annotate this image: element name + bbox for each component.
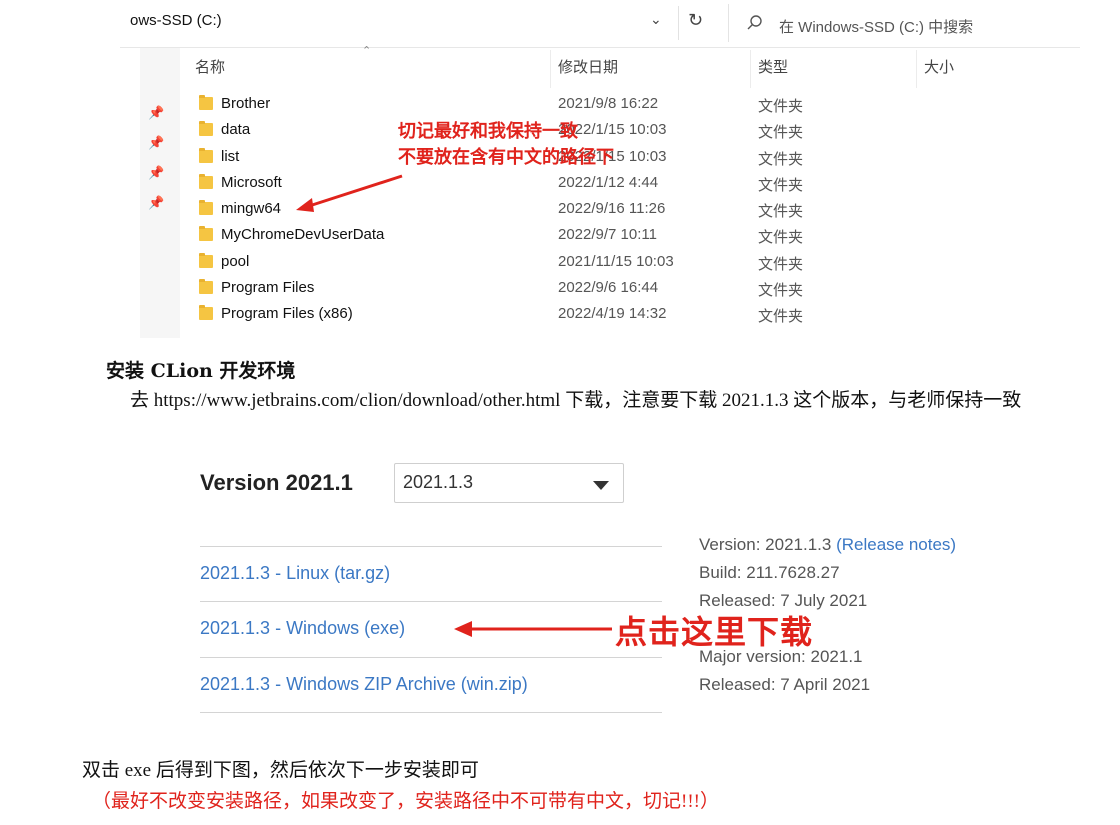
file-name: list [221,147,240,165]
file-type: 文件夹 [758,149,804,168]
address-path[interactable]: ows-SSD (C:) [130,12,222,29]
file-name: mingw64 [221,200,282,218]
file-type: 文件夹 [758,307,804,326]
column-header-size[interactable]: 大小 [924,56,954,77]
folder-icon [199,279,213,295]
annotation-keep-consistent: 切记最好和我保持一致 [398,121,578,142]
folder-icon [199,200,213,216]
refresh-icon[interactable]: ↻ [688,10,703,31]
divider [200,712,662,713]
section-title: 安装 CLion 开发环境 [106,360,296,382]
file-date: 2022/1/12 4:44 [558,173,659,191]
selected-version: 2021.1.3 [403,472,474,492]
address-bar-row: ows-SSD (C:) ⌄ ↻ 在 Windows-SSD (C:) 中搜索 [120,0,1120,48]
info-value: 2021.1.3 [765,535,832,554]
file-name: Program Files (x86) [221,305,353,323]
folder-icon [199,252,213,268]
list-item[interactable]: Brother 2021/9/8 16:22 文件夹 [195,91,1095,117]
divider [200,657,662,658]
info-key: Released: [699,675,776,694]
annotation-no-chinese-path: 不要放在含有中文的路径下 [398,147,614,168]
divider [550,50,551,88]
folder-icon [199,226,213,242]
file-date: 2022/9/6 16:44 [558,279,659,297]
file-type: 文件夹 [758,228,804,247]
version-heading: Version 2021.1 [200,470,353,495]
pin-icon: 📌 [148,136,165,151]
file-name: Microsoft [221,173,282,191]
warning-text: （最好不改变安装路径，如果改变了，安装路径中不可带有中文，切记!!!） [92,791,719,812]
sort-ascending-icon: ⌃ [362,44,372,57]
folder-icon [199,173,213,189]
divider [120,47,1080,48]
file-date: 2022/9/7 10:11 [558,226,657,244]
pin-icon: 📌 [148,196,165,211]
search-icon [747,15,762,30]
file-name: Program Files [221,279,315,297]
divider [678,6,679,40]
pin-icon: 📌 [148,106,165,121]
file-name: pool [221,252,250,270]
after-install-text: 双击 exe 后得到下图，然后依次下一步安装即可 [82,760,479,781]
folder-icon [199,147,213,163]
file-type: 文件夹 [758,254,804,273]
navigation-pane [140,48,180,338]
info-value: 211.7628.27 [746,563,840,582]
info-version: Version: 2021.1.3 (Release notes) [699,535,956,555]
version-select[interactable]: 2021.1.3 [394,463,624,503]
info-released-major: Released: 7 April 2021 [699,675,870,695]
file-type: 文件夹 [758,175,804,194]
info-key: Version: [699,535,761,554]
divider [750,50,751,88]
chevron-down-icon[interactable]: ⌄ [650,12,662,28]
file-date: 2022/4/19 14:32 [558,305,667,323]
list-item[interactable]: pool 2021/11/15 10:03 文件夹 [195,249,1095,275]
file-list: Brother 2021/9/8 16:22 文件夹 data 2022/1/15 1… [195,91,1095,328]
pin-icon: 📌 [148,166,165,181]
download-link-linux[interactable]: 2021.1.3 - Linux (tar.gz) [200,563,390,584]
column-header-name[interactable]: 名称 [195,56,225,77]
file-name: MyChromeDevUserData [221,226,385,244]
info-value: 7 April 2021 [780,675,871,694]
column-header-type[interactable]: 类型 [758,56,788,77]
file-type: 文件夹 [758,123,804,142]
column-header-date[interactable]: 修改日期 [558,56,618,77]
file-type: 文件夹 [758,202,804,221]
file-name: Brother [221,95,271,112]
search-input[interactable]: 在 Windows-SSD (C:) 中搜索 [728,4,1108,42]
info-value: 2021.1 [810,647,863,666]
list-item[interactable]: data 2022/1/15 10:03 文件夹 [195,117,1095,143]
folder-icon [199,121,213,137]
file-type: 文件夹 [758,281,804,300]
annotation-click-here: 点击这里下载 [615,613,814,651]
divider [200,601,662,602]
caret-down-icon [593,481,609,490]
instruction-paragraph: 去 https://www.jetbrains.com/clion/downlo… [130,390,1022,411]
download-link-windows-exe[interactable]: 2021.1.3 - Windows (exe) [200,618,405,639]
list-item[interactable]: Program Files (x86) 2022/4/19 14:32 文件夹 [195,301,1095,327]
arrow-to-windows-exe [454,621,612,637]
search-placeholder: 在 Windows-SSD (C:) 中搜索 [779,19,974,36]
file-explorer-screenshot: ows-SSD (C:) ⌄ ↻ 在 Windows-SSD (C:) 中搜索 … [120,0,1120,340]
file-name: data [221,121,251,139]
file-date: 2021/11/15 10:03 [558,252,674,270]
download-link-windows-zip[interactable]: 2021.1.3 - Windows ZIP Archive (win.zip) [200,674,528,695]
list-item[interactable]: list 2022/1/15 10:03 文件夹 [195,144,1095,170]
list-item[interactable]: mingw64 2022/9/16 11:26 文件夹 [195,196,1095,222]
folder-icon [199,305,213,321]
info-build: Build: 211.7628.27 [699,563,840,583]
divider [200,546,662,547]
list-item[interactable]: MyChromeDevUserData 2022/9/7 10:11 文件夹 [195,222,1095,248]
file-type: 文件夹 [758,97,804,115]
list-item[interactable]: Microsoft 2022/1/12 4:44 文件夹 [195,170,1095,196]
info-key: Build: [699,563,742,582]
file-date: 2022/9/16 11:26 [558,200,666,218]
list-item[interactable]: Program Files 2022/9/6 16:44 文件夹 [195,275,1095,301]
divider [916,50,917,88]
release-notes-link[interactable]: (Release notes) [836,535,956,554]
folder-icon [199,95,213,110]
file-date: 2021/9/8 16:22 [558,95,659,112]
